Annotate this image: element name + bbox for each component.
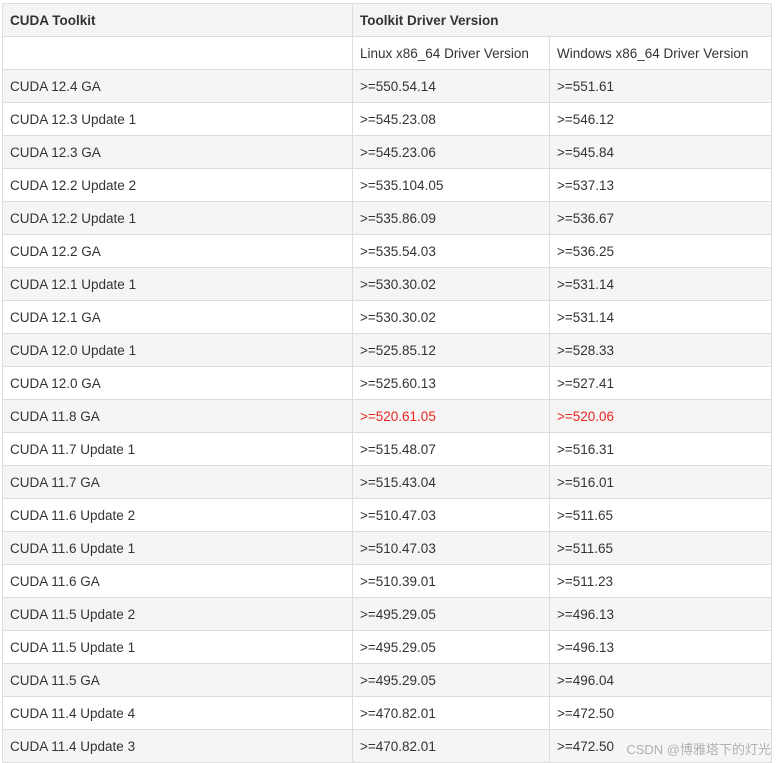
- windows-driver-cell: >=537.13: [548, 168, 773, 202]
- linux-driver-cell: >=495.29.05: [352, 630, 550, 664]
- windows-driver-cell: >=546.12: [548, 102, 773, 136]
- toolkit-cell: CUDA 12.2 Update 2: [2, 168, 353, 202]
- linux-driver-cell: >=515.48.07: [352, 432, 550, 466]
- windows-driver-cell: >=496.13: [548, 597, 773, 631]
- table-row: CUDA 12.1 Update 1 >=530.30.02 >=531.14: [2, 267, 773, 301]
- windows-driver-cell: >=551.61: [548, 69, 773, 103]
- toolkit-cell: CUDA 12.3 GA: [2, 135, 353, 169]
- table-row: CUDA 11.6 Update 2 >=510.47.03 >=511.65: [2, 498, 773, 532]
- table-row: CUDA 11.5 GA >=495.29.05 >=496.04: [2, 663, 773, 697]
- windows-driver-cell: >=511.65: [548, 498, 773, 532]
- windows-driver-cell: >=496.13: [548, 630, 773, 664]
- linux-driver-cell: >=510.39.01: [352, 564, 550, 598]
- header-toolkit-driver-version: Toolkit Driver Version: [351, 3, 773, 37]
- toolkit-cell: CUDA 11.7 GA: [2, 465, 353, 499]
- toolkit-cell: CUDA 12.0 GA: [2, 366, 353, 400]
- windows-driver-cell: >=545.84: [548, 135, 773, 169]
- linux-driver-cell: >=545.23.06: [352, 135, 550, 169]
- toolkit-cell: CUDA 12.0 Update 1: [2, 333, 353, 367]
- windows-driver-cell: >=516.01: [548, 465, 773, 499]
- toolkit-cell: CUDA 11.5 Update 2: [2, 597, 353, 631]
- windows-driver-cell: >=496.04: [548, 663, 773, 697]
- table-row: CUDA 11.5 Update 1 >=495.29.05 >=496.13: [2, 630, 773, 664]
- windows-driver-cell: >=531.14: [548, 300, 773, 334]
- table-row: CUDA 12.3 Update 1 >=545.23.08 >=546.12: [2, 102, 773, 136]
- linux-driver-cell: >=515.43.04: [352, 465, 550, 499]
- subheader-empty-cell: [2, 36, 353, 70]
- toolkit-cell: CUDA 12.1 GA: [2, 300, 353, 334]
- windows-driver-cell: >=527.41: [548, 366, 773, 400]
- linux-driver-cell: >=510.47.03: [352, 531, 550, 565]
- subheader-linux-driver: Linux x86_64 Driver Version: [352, 36, 550, 70]
- windows-driver-cell: >=511.23: [548, 564, 773, 598]
- linux-driver-cell: >=530.30.02: [352, 300, 550, 334]
- toolkit-cell: CUDA 11.6 GA: [2, 564, 353, 598]
- toolkit-cell: CUDA 12.2 Update 1: [2, 201, 353, 235]
- linux-driver-cell-highlighted: >=520.61.05: [352, 399, 550, 433]
- windows-driver-cell: >=531.14: [548, 267, 773, 301]
- windows-driver-cell-highlighted: >=520.06: [548, 399, 773, 433]
- toolkit-cell: CUDA 11.4 Update 4: [2, 696, 353, 730]
- linux-driver-cell: >=535.54.03: [352, 234, 550, 268]
- table-header-row: CUDA Toolkit Toolkit Driver Version: [2, 3, 773, 37]
- table-row: CUDA 12.2 Update 2 >=535.104.05 >=537.13: [2, 168, 773, 202]
- table-row: CUDA 11.5 Update 2 >=495.29.05 >=496.13: [2, 597, 773, 631]
- toolkit-cell: CUDA 11.5 Update 1: [2, 630, 353, 664]
- table-row: CUDA 11.6 Update 1 >=510.47.03 >=511.65: [2, 531, 773, 565]
- toolkit-cell: CUDA 11.4 Update 3: [2, 729, 353, 763]
- linux-driver-cell: >=510.47.03: [352, 498, 550, 532]
- table-row: CUDA 12.1 GA >=530.30.02 >=531.14: [2, 300, 773, 334]
- toolkit-cell: CUDA 12.3 Update 1: [2, 102, 353, 136]
- windows-driver-cell: >=536.67: [548, 201, 773, 235]
- linux-driver-cell: >=535.86.09: [352, 201, 550, 235]
- toolkit-cell: CUDA 11.5 GA: [2, 663, 353, 697]
- toolkit-cell: CUDA 11.6 Update 2: [2, 498, 353, 532]
- linux-driver-cell: >=495.29.05: [352, 597, 550, 631]
- table-row: CUDA 12.0 Update 1 >=525.85.12 >=528.33: [2, 333, 773, 367]
- linux-driver-cell: >=525.60.13: [352, 366, 550, 400]
- linux-driver-cell: >=470.82.01: [352, 696, 550, 730]
- table-row: CUDA 11.7 GA >=515.43.04 >=516.01: [2, 465, 773, 499]
- toolkit-cell: CUDA 12.4 GA: [2, 69, 353, 103]
- linux-driver-cell: >=545.23.08: [352, 102, 550, 136]
- linux-driver-cell: >=530.30.02: [352, 267, 550, 301]
- windows-driver-cell: >=511.65: [548, 531, 773, 565]
- linux-driver-cell: >=535.104.05: [352, 168, 550, 202]
- linux-driver-cell: >=550.54.14: [352, 69, 550, 103]
- table-row: CUDA 12.0 GA >=525.60.13 >=527.41: [2, 366, 773, 400]
- windows-driver-cell: >=472.50: [548, 696, 773, 730]
- linux-driver-cell: >=525.85.12: [352, 333, 550, 367]
- table-row: CUDA 12.4 GA >=550.54.14 >=551.61: [2, 69, 773, 103]
- linux-driver-cell: >=470.82.01: [352, 729, 550, 763]
- windows-driver-cell: >=516.31: [548, 432, 773, 466]
- toolkit-cell: CUDA 12.1 Update 1: [2, 267, 353, 301]
- toolkit-cell: CUDA 12.2 GA: [2, 234, 353, 268]
- csdn-watermark: CSDN @博雅塔下的灯光: [626, 742, 771, 757]
- table-row: CUDA 12.2 Update 1 >=535.86.09 >=536.67: [2, 201, 773, 235]
- cuda-driver-version-table: CUDA Toolkit Toolkit Driver Version Linu…: [2, 3, 773, 763]
- table-row-highlighted: CUDA 11.8 GA >=520.61.05 >=520.06: [2, 399, 773, 433]
- table-row: CUDA 12.2 GA >=535.54.03 >=536.25: [2, 234, 773, 268]
- toolkit-cell: CUDA 11.7 Update 1: [2, 432, 353, 466]
- table-row: CUDA 11.7 Update 1 >=515.48.07 >=516.31: [2, 432, 773, 466]
- table-row: CUDA 11.4 Update 4 >=470.82.01 >=472.50: [2, 696, 773, 730]
- subheader-windows-driver: Windows x86_64 Driver Version: [548, 36, 773, 70]
- windows-driver-cell: >=536.25: [548, 234, 773, 268]
- windows-driver-cell: >=528.33: [548, 333, 773, 367]
- linux-driver-cell: >=495.29.05: [352, 663, 550, 697]
- toolkit-cell: CUDA 11.6 Update 1: [2, 531, 353, 565]
- header-cuda-toolkit: CUDA Toolkit: [2, 3, 353, 37]
- table-row: CUDA 11.6 GA >=510.39.01 >=511.23: [2, 564, 773, 598]
- table-row: CUDA 12.3 GA >=545.23.06 >=545.84: [2, 135, 773, 169]
- table-subheader-row: Linux x86_64 Driver Version Windows x86_…: [2, 36, 773, 70]
- toolkit-cell: CUDA 11.8 GA: [2, 399, 353, 433]
